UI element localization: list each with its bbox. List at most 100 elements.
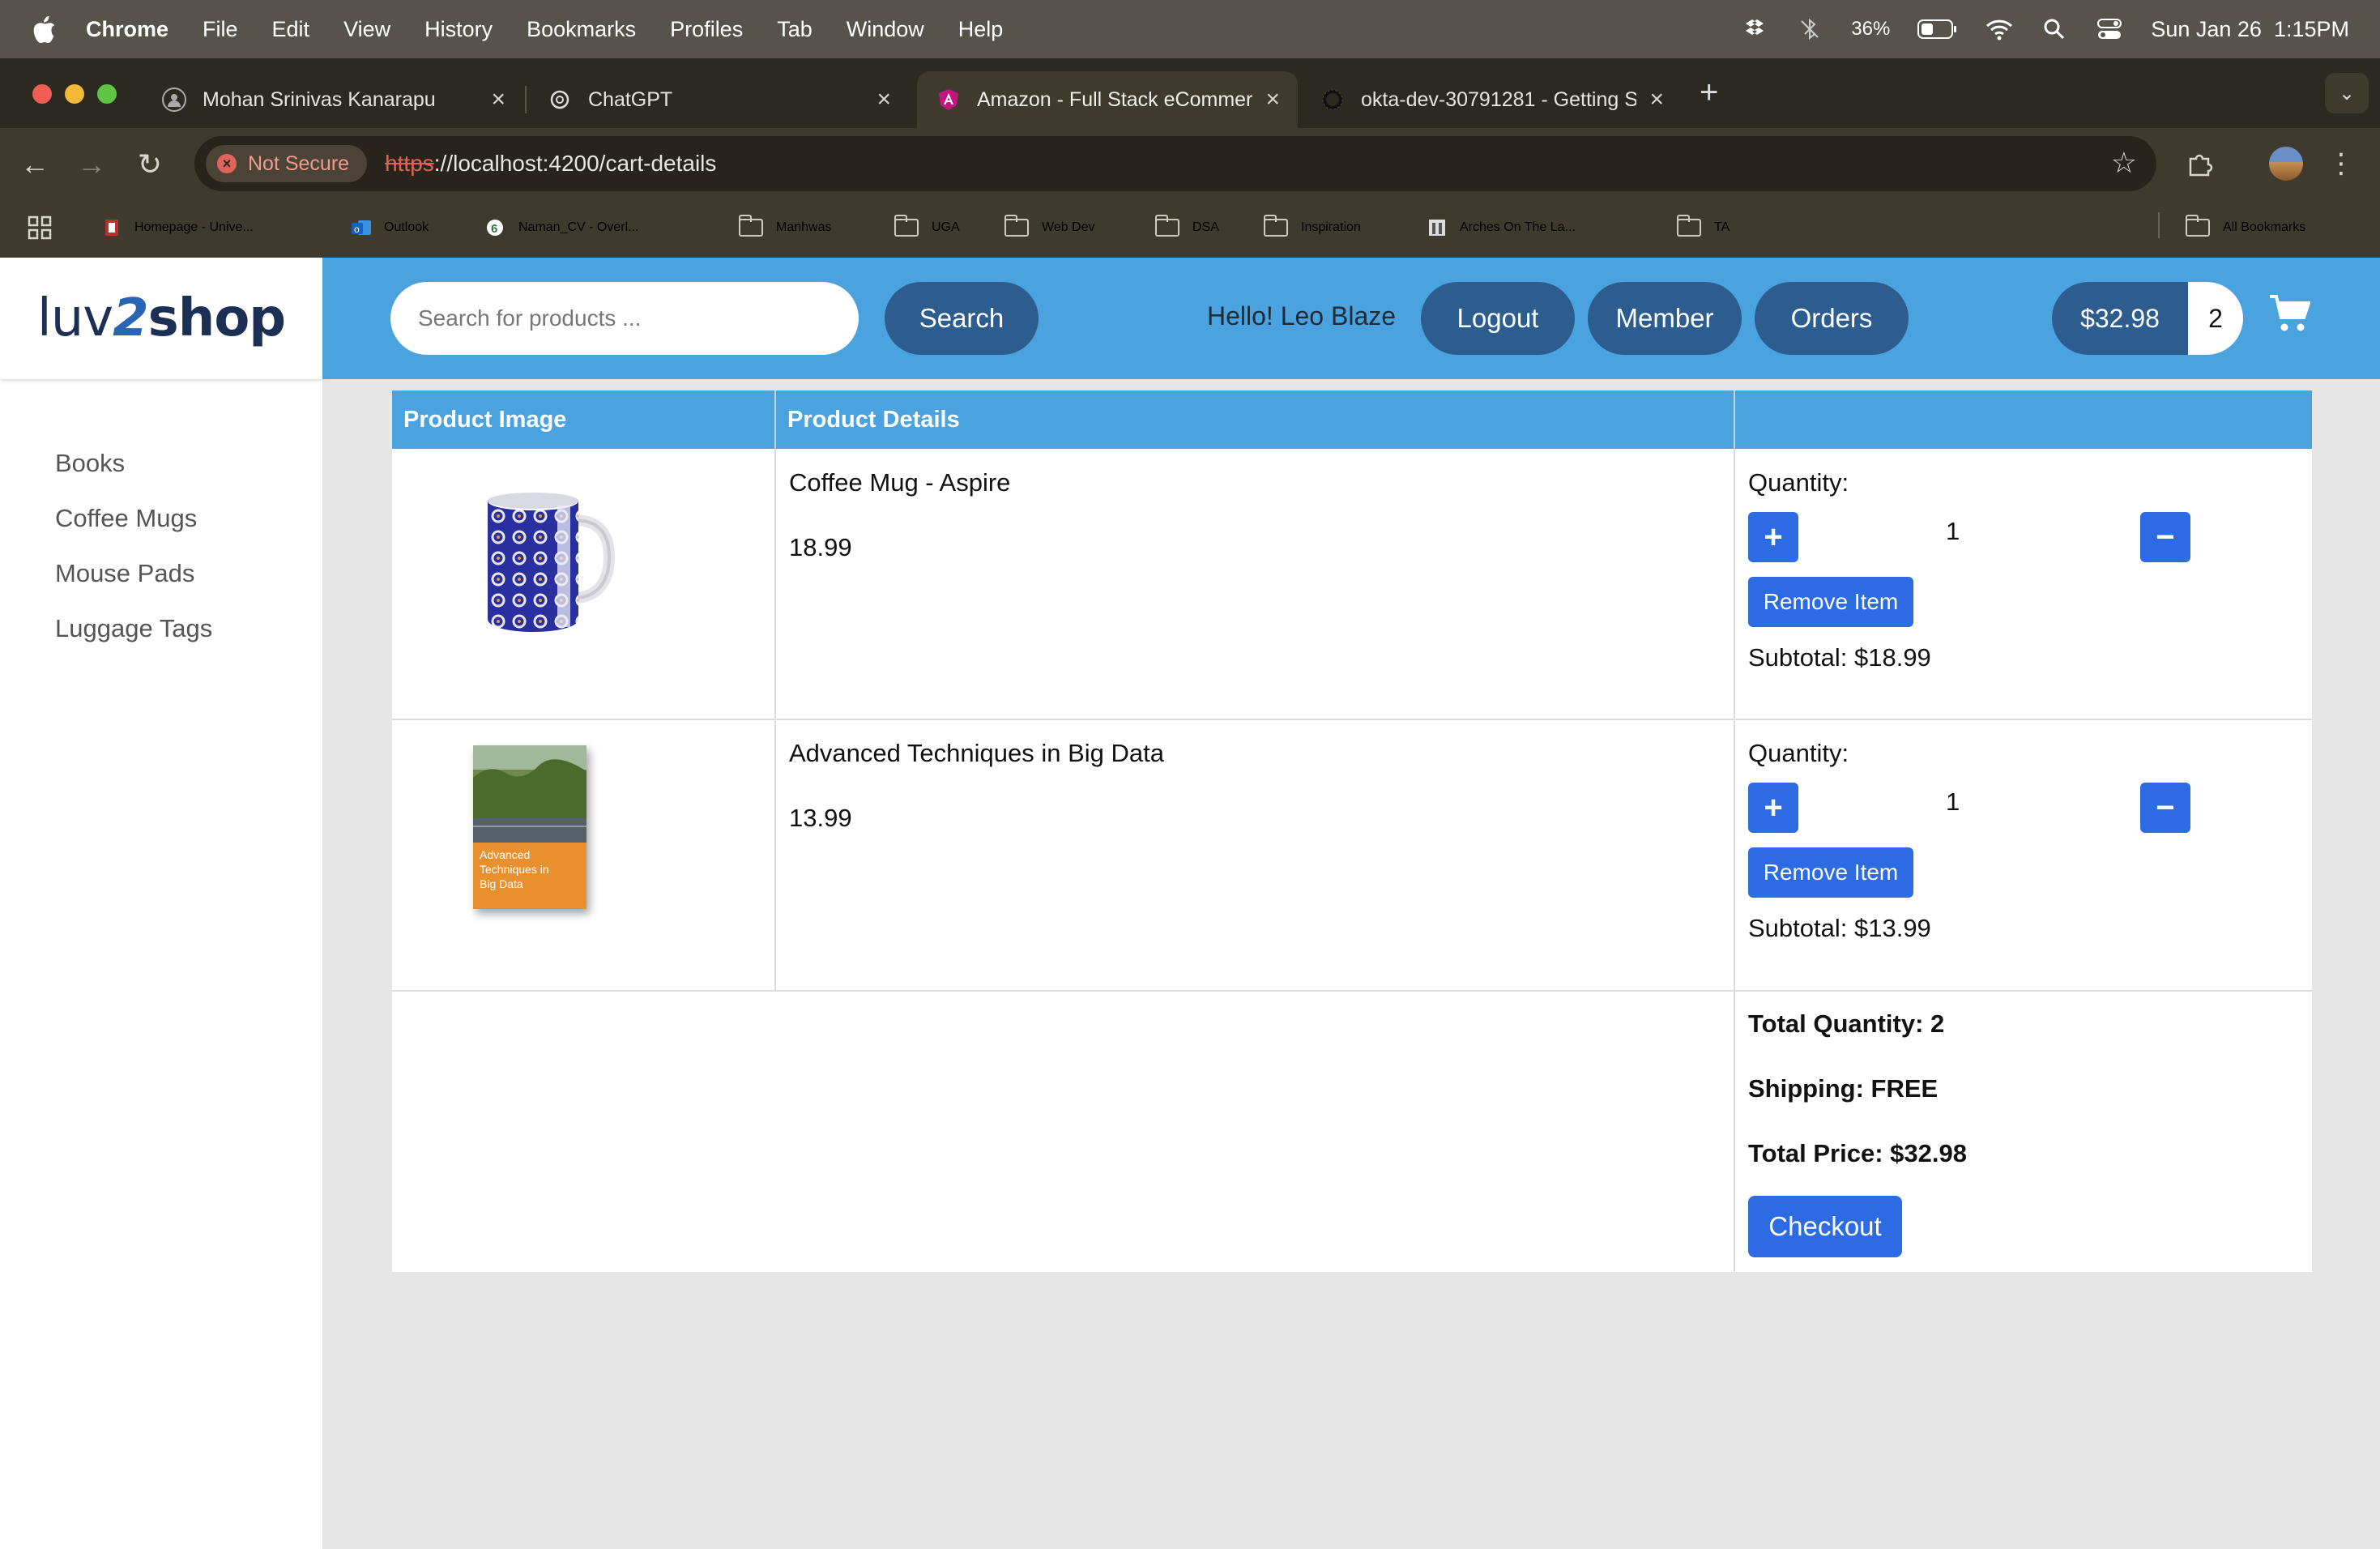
decrement-quantity-button[interactable]: − (2140, 512, 2190, 562)
bookmark-all-bookmarks[interactable]: All Bookmarks (2186, 209, 2305, 246)
logout-button[interactable]: Logout (1421, 282, 1575, 355)
apple-logo-icon[interactable] (31, 15, 57, 44)
shipping-info: Shipping: FREE (1748, 1074, 1939, 1103)
bluetooth-off-icon[interactable] (1796, 15, 1823, 43)
decrement-quantity-button[interactable]: − (2140, 783, 2190, 833)
menu-app-name[interactable]: Chrome (86, 17, 168, 42)
new-tab-icon[interactable]: + (1700, 75, 1718, 111)
bookmark-star-icon[interactable]: ☆ (2111, 146, 2137, 180)
user-greeting: Hello! Leo Blaze (1207, 301, 1397, 331)
folder-icon (739, 215, 763, 237)
header-actions (1735, 390, 2312, 449)
not-secure-icon: × (217, 154, 237, 173)
tab-close-icon[interactable]: × (1265, 86, 1280, 113)
tab-chatgpt[interactable]: ChatGPT × (528, 71, 909, 128)
address-bar[interactable]: × Not Secure https://localhost:4200/cart… (194, 136, 2156, 191)
search-button[interactable]: Search (885, 282, 1039, 355)
chatgpt-icon (548, 87, 572, 112)
bookmark-folder-inspiration[interactable]: Inspiration (1264, 209, 1361, 246)
outlook-icon: o (352, 220, 371, 235)
increment-quantity-button[interactable]: + (1748, 512, 1798, 562)
tab-okta[interactable]: okta-dev-30791281 - Getting Started × (1301, 71, 1682, 128)
bookmark-folder-uga[interactable]: UGA (894, 209, 960, 246)
menu-edit[interactable]: Edit (272, 17, 310, 42)
extensions-puzzle-icon[interactable] (2179, 143, 2221, 185)
header-product-details: Product Details (787, 406, 960, 433)
window-minimize-button[interactable] (65, 84, 84, 104)
category-books[interactable]: Books (55, 449, 125, 478)
folder-icon (1264, 215, 1288, 237)
bookmark-outlook[interactable]: o Outlook (350, 209, 429, 246)
tab-mohan[interactable]: Mohan Srinivas Kanarapu × (143, 71, 523, 128)
category-luggage-tags[interactable]: Luggage Tags (55, 614, 212, 643)
luv2shop-logo[interactable]: luv2shop (37, 288, 286, 348)
remove-item-button[interactable]: Remove Item (1748, 577, 1913, 627)
cart-total-price[interactable]: $32.98 (2052, 282, 2188, 355)
spotlight-search-icon[interactable] (2041, 15, 2068, 43)
cart-status[interactable]: $32.98 2 (2052, 282, 2243, 355)
control-center-icon[interactable] (2096, 15, 2123, 43)
angular-icon (936, 87, 961, 112)
tab-search-chevron-icon[interactable]: ⌄ (2325, 73, 2369, 113)
back-arrow-icon[interactable]: ← (15, 144, 55, 185)
coffee-mug-image[interactable] (467, 484, 629, 638)
window-close-button[interactable] (32, 84, 52, 104)
menu-bookmarks[interactable]: Bookmarks (527, 17, 636, 42)
apps-grid-icon[interactable] (28, 209, 52, 246)
tab-close-icon[interactable]: × (877, 86, 891, 113)
shopping-cart-icon[interactable] (2268, 293, 2310, 334)
bookmark-label: Outlook (384, 220, 429, 234)
increment-quantity-button[interactable]: + (1748, 783, 1798, 833)
menu-window[interactable]: Window (847, 17, 924, 42)
forward-arrow-icon[interactable]: → (71, 144, 112, 185)
dropbox-icon[interactable] (1741, 15, 1768, 43)
menu-clock[interactable]: Sun Jan 26 1:15PM (2151, 17, 2349, 42)
product-price: 13.99 (789, 804, 852, 832)
security-chip[interactable]: × Not Secure (206, 145, 368, 182)
chrome-menu-icon[interactable]: ⋮ (2325, 143, 2357, 185)
tab-amazon-active[interactable]: Amazon - Full Stack eCommerce × (917, 71, 1298, 128)
bookmark-homepage[interactable]: Homepage - Unive... (100, 209, 254, 246)
header-product-image: Product Image (403, 406, 567, 433)
menu-file[interactable]: File (203, 17, 238, 42)
member-button[interactable]: Member (1588, 282, 1742, 355)
bookmark-naman-cv[interactable]: 6 Naman_CV - Overl... (484, 209, 638, 246)
remove-item-button[interactable]: Remove Item (1748, 847, 1913, 898)
menu-profiles[interactable]: Profiles (670, 17, 743, 42)
bookmark-folder-webdev[interactable]: Web Dev (1004, 209, 1095, 246)
menu-tab[interactable]: Tab (777, 17, 813, 42)
bookmark-label: Arches On The La... (1460, 220, 1576, 234)
tab-title: okta-dev-30791281 - Getting Started (1361, 87, 1636, 111)
bookmark-folder-dsa[interactable]: DSA (1155, 209, 1219, 246)
cart-total-quantity[interactable]: 2 (2188, 282, 2243, 355)
menu-help[interactable]: Help (958, 17, 1004, 42)
book-cover-image[interactable]: Advanced Techniques in Big Data (473, 745, 586, 909)
book-cover-text: Advanced Techniques in Big Data (480, 847, 549, 891)
product-name: Advanced Techniques in Big Data (789, 739, 1165, 767)
wifi-icon[interactable] (1985, 15, 2013, 43)
product-name: Coffee Mug - Aspire (789, 468, 1011, 497)
bookmark-folder-ta[interactable]: TA (1677, 209, 1730, 246)
bookmark-folder-manhwas[interactable]: Manhwas (739, 209, 831, 246)
battery-icon[interactable] (1917, 15, 1958, 43)
bookmarks-divider (2158, 212, 2160, 238)
profile-avatar[interactable] (2265, 143, 2307, 185)
window-zoom-button[interactable] (97, 84, 117, 104)
folder-icon (1677, 215, 1701, 237)
tab-close-icon[interactable]: × (1649, 86, 1664, 113)
search-input[interactable] (390, 282, 859, 355)
bookmark-label: UGA (932, 220, 960, 234)
category-mouse-pads[interactable]: Mouse Pads (55, 559, 194, 588)
url-text[interactable]: https://localhost:4200/cart-details (385, 151, 716, 177)
menu-view[interactable]: View (343, 17, 390, 42)
tab-close-icon[interactable]: × (491, 86, 505, 113)
menu-history[interactable]: History (424, 17, 493, 42)
quantity-label: Quantity: (1748, 468, 1849, 497)
site-header: Search Hello! Leo Blaze Logout Member Or… (322, 258, 2380, 379)
category-coffee-mugs[interactable]: Coffee Mugs (55, 504, 197, 533)
orders-button[interactable]: Orders (1755, 282, 1909, 355)
reload-icon[interactable]: ↻ (130, 144, 170, 185)
bookmark-label: Inspiration (1301, 220, 1361, 234)
bookmark-arches[interactable]: Arches On The La... (1426, 209, 1576, 246)
checkout-button[interactable]: Checkout (1748, 1196, 1902, 1257)
